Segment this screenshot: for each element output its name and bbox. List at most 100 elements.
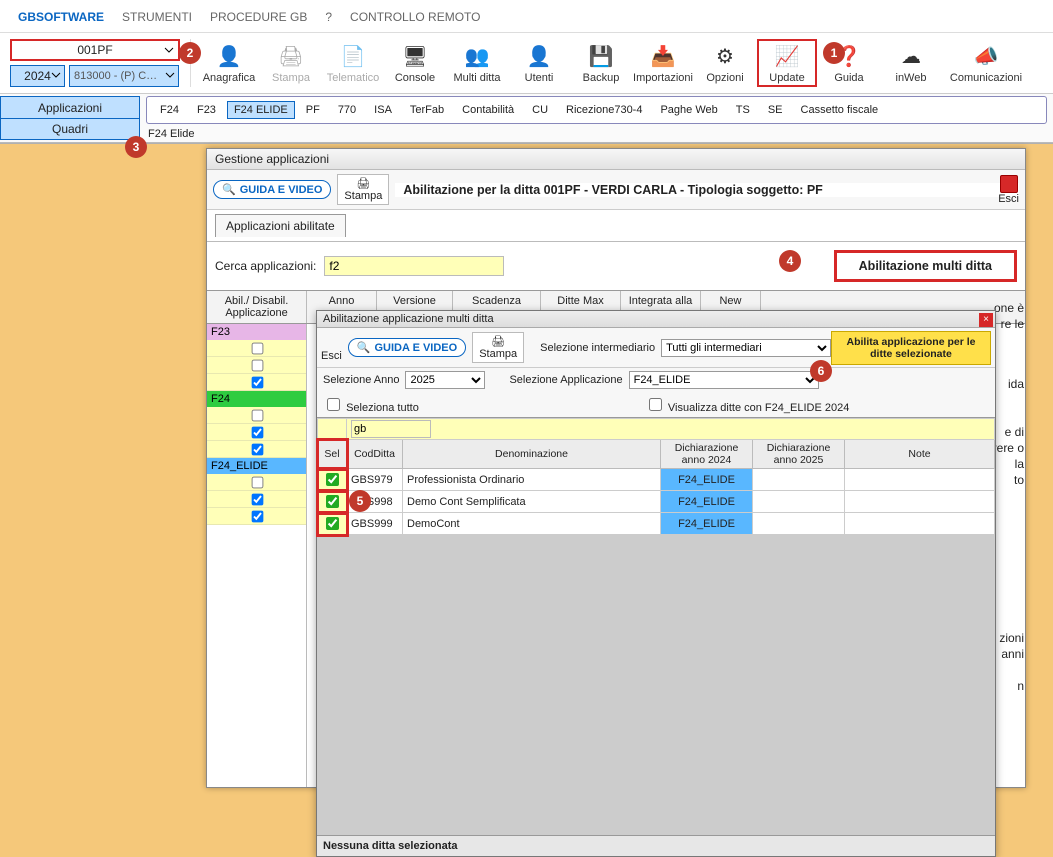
console-button[interactable]: 🖥Console	[385, 39, 445, 87]
dlg-esci-label: Esci	[321, 350, 342, 362]
tab-f23[interactable]: F23	[190, 101, 223, 119]
note-cell	[845, 513, 995, 535]
tabbar: F24F23F24 ELIDEPF770ISATerFabContabilità…	[146, 96, 1047, 124]
app-checkbox-row[interactable]	[207, 357, 306, 374]
power-icon[interactable]	[323, 334, 339, 350]
note-cell	[845, 491, 995, 513]
stampa-button[interactable]: 🖨 Stampa	[337, 174, 389, 205]
tab-contabilità[interactable]: Contabilità	[455, 101, 521, 119]
app-checkbox-row[interactable]	[207, 424, 306, 441]
telematico-button[interactable]: 📄Telematico	[323, 39, 383, 87]
ditta-block: 001PF 2024 813000 - (P) C…	[10, 39, 191, 87]
sel-cell[interactable]	[318, 469, 347, 491]
menu-strumenti[interactable]: STRUMENTI	[122, 10, 192, 24]
update-button[interactable]: 📈Update	[757, 39, 817, 87]
app-checkbox-row[interactable]	[207, 340, 306, 357]
ditta-select[interactable]: 001PF	[10, 39, 180, 61]
search-input[interactable]	[324, 256, 504, 276]
tab-se[interactable]: SE	[761, 101, 790, 119]
table-row[interactable]: GBS998Demo Cont SemplificataF24_ELIDE	[318, 491, 995, 513]
dlg-stampa-button[interactable]: 🖨 Stampa	[472, 332, 524, 363]
importazioni-button[interactable]: 📥Importazioni	[633, 39, 693, 87]
tab-pf[interactable]: PF	[299, 101, 327, 119]
s-button[interactable]: S	[1031, 39, 1053, 87]
filter-input[interactable]	[351, 420, 431, 438]
tab-paghe-web[interactable]: Paghe Web	[653, 101, 724, 119]
tab-ts[interactable]: TS	[729, 101, 757, 119]
badge-6: 6	[810, 360, 832, 382]
abilitazione-multi-ditta-button[interactable]: Abilitazione multi ditta	[834, 250, 1017, 282]
year-select[interactable]: 2024	[10, 65, 65, 87]
stampa-icon: 🖨	[277, 42, 305, 70]
close-icon[interactable]: ×	[979, 313, 993, 327]
opzioni-button[interactable]: ⚙Opzioni	[695, 39, 755, 87]
cod-cell: GBS979	[347, 469, 403, 491]
multiditta-button[interactable]: 👥Multi ditta	[447, 39, 507, 87]
comunicazioni-icon: 📣	[972, 42, 1000, 70]
badge-1: 1	[823, 42, 845, 64]
app-checkbox-row[interactable]	[207, 491, 306, 508]
client-select-value: 813000 - (P) C…	[74, 70, 157, 82]
seleziona-tutto-checkbox[interactable]: Seleziona tutto	[323, 395, 419, 414]
left-buttons: Applicazioni Quadri	[0, 96, 140, 140]
tab-ricezione730-4[interactable]: Ricezione730-4	[559, 101, 649, 119]
col-note: Note	[845, 440, 995, 469]
comunicazioni-button[interactable]: 📣Comunicazioni	[943, 39, 1029, 87]
magnifier-icon: 🔍	[222, 183, 236, 196]
menu-controllo-remoto[interactable]: CONTROLLO REMOTO	[350, 10, 480, 24]
client-select[interactable]: 813000 - (P) C…	[69, 65, 179, 87]
app-checkbox-row[interactable]	[207, 474, 306, 491]
inweb-icon: ☁	[897, 42, 925, 70]
tab-f24-elide[interactable]: F24 ELIDE	[227, 101, 295, 119]
app-checkbox-row[interactable]	[207, 441, 306, 458]
intermediario-select[interactable]: Tutti gli intermediari	[661, 339, 831, 357]
menu-gbsoftware[interactable]: GBSOFTWARE	[18, 10, 104, 24]
tab-f24[interactable]: F24	[153, 101, 186, 119]
d24-cell: F24_ELIDE	[661, 513, 753, 535]
den-cell: Demo Cont Semplificata	[403, 491, 661, 513]
abilita-ditte-button[interactable]: Abilita applicazione per le ditte selezi…	[831, 331, 991, 365]
applicazione-select[interactable]: F24_ELIDE	[629, 371, 819, 389]
visualizza-ditte-checkbox[interactable]: Visualizza ditte con F24_ELIDE 2024	[645, 395, 849, 414]
d25-cell	[753, 469, 845, 491]
printer-icon: 🖨	[356, 177, 370, 190]
quadri-button[interactable]: Quadri	[0, 118, 140, 140]
sel-cell[interactable]	[318, 491, 347, 513]
anagrafica-button[interactable]: 👤Anagrafica	[199, 39, 259, 87]
app-checkbox-row[interactable]	[207, 407, 306, 424]
menu-procedure[interactable]: PROCEDURE GB	[210, 10, 307, 24]
col-d24: Dichiarazione anno 2024	[661, 440, 753, 469]
dlg-app-label: Selezione Applicazione	[509, 374, 622, 386]
ditta-select-value: 001PF	[77, 43, 112, 57]
search-row: Cerca applicazioni: Abilitazione multi d…	[207, 242, 1025, 290]
guida-video-button[interactable]: 🔍 GUIDA E VIDEO	[213, 180, 331, 199]
app-checkbox-row[interactable]	[207, 374, 306, 391]
tab-applicazioni-abilitate[interactable]: Applicazioni abilitate	[215, 214, 346, 237]
inweb-button[interactable]: ☁inWeb	[881, 39, 941, 87]
table-row[interactable]: GBS999DemoContF24_ELIDE	[318, 513, 995, 535]
tab-770[interactable]: 770	[331, 101, 363, 119]
sel-cell[interactable]	[318, 513, 347, 535]
update-icon: 📈	[773, 42, 801, 70]
app-group-f23: F23	[207, 324, 306, 340]
tab-isa[interactable]: ISA	[367, 101, 399, 119]
utenti-icon: 👤	[525, 42, 553, 70]
utenti-button[interactable]: 👤Utenti	[509, 39, 569, 87]
abilitazione-multi-ditta-dialog: Abilitazione applicazione multi ditta × …	[316, 310, 996, 857]
dlg-guida-button[interactable]: 🔍 GUIDA E VIDEO	[348, 338, 466, 357]
tab-terfab[interactable]: TerFab	[403, 101, 451, 119]
stampa-button[interactable]: 🖨Stampa	[261, 39, 321, 87]
d25-cell	[753, 491, 845, 513]
applicazioni-button[interactable]: Applicazioni	[0, 96, 140, 118]
table-row[interactable]: GBS979Professionista OrdinarioF24_ELIDE	[318, 469, 995, 491]
tab-cu[interactable]: CU	[525, 101, 555, 119]
backup-button[interactable]: 💾Backup	[571, 39, 631, 87]
menu-help[interactable]: ?	[325, 10, 332, 24]
app-checkbox-row[interactable]	[207, 508, 306, 525]
anno-select[interactable]: 2025	[405, 371, 485, 389]
cod-cell: GBS999	[347, 513, 403, 535]
subwin-header: Abilitazione per la ditta 001PF - VERDI …	[395, 183, 1019, 197]
search-label: Cerca applicazioni:	[215, 259, 316, 273]
esci-button[interactable]: Esci	[998, 175, 1019, 205]
tab-cassetto-fiscale[interactable]: Cassetto fiscale	[794, 101, 886, 119]
